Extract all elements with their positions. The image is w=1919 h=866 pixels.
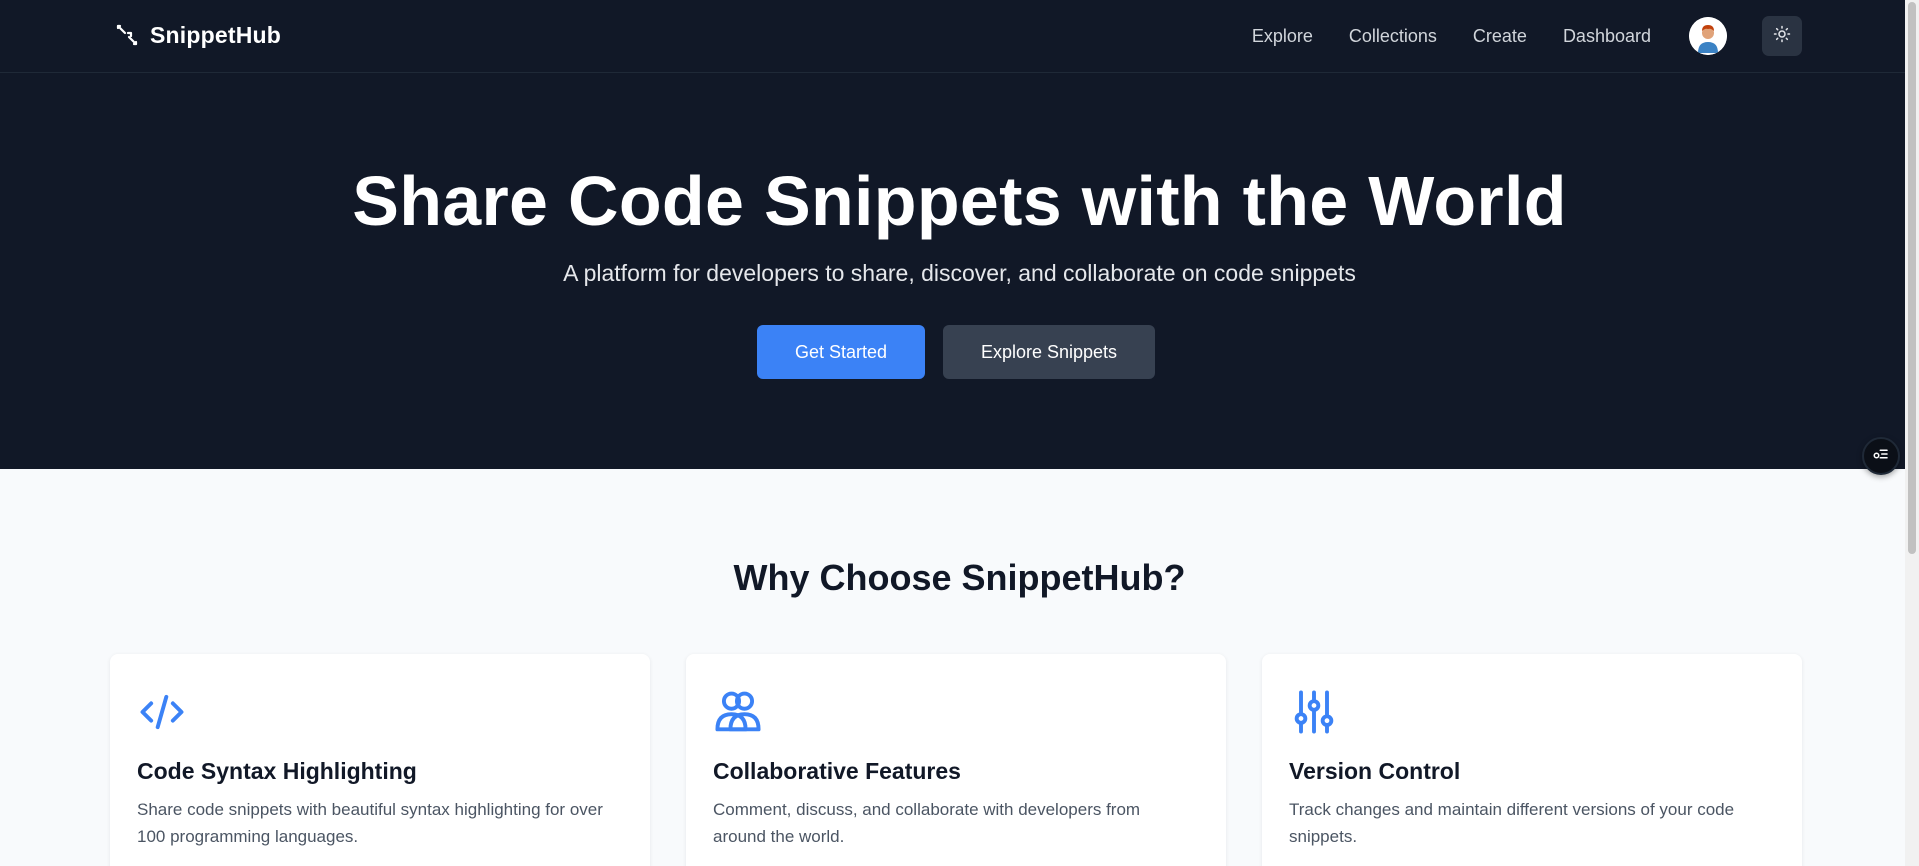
feature-cards: Code Syntax Highlighting Share code snip… <box>110 654 1802 866</box>
brand-name: SnippetHub <box>150 21 282 48</box>
theme-toggle-button[interactable] <box>1762 16 1802 56</box>
arrows-icon <box>114 22 140 48</box>
list-settings-icon <box>1872 445 1890 468</box>
brand-logo[interactable]: SnippetHub <box>114 20 281 50</box>
explore-snippets-button[interactable]: Explore Snippets <box>943 325 1155 379</box>
top-navbar: SnippetHub Explore Collections Create Da… <box>0 0 1919 73</box>
nav-link-dashboard[interactable]: Dashboard <box>1563 26 1651 47</box>
features-title: Why Choose SnippetHub? <box>733 557 1186 598</box>
get-started-button[interactable]: Get Started <box>757 325 925 379</box>
feature-card-collaborative: Collaborative Features Comment, discuss,… <box>686 654 1226 866</box>
card-description: Track changes and maintain different ver… <box>1289 800 1735 846</box>
code-icon <box>136 686 188 738</box>
nav-link-create[interactable]: Create <box>1473 26 1527 47</box>
sun-icon <box>1773 25 1791 48</box>
card-description: Share code snippets with beautiful synta… <box>137 800 603 846</box>
card-title: Version Control <box>1289 758 1461 784</box>
card-title: Collaborative Features <box>713 758 961 784</box>
card-description: Comment, discuss, and collaborate with d… <box>713 800 1141 846</box>
users-icon <box>712 686 764 738</box>
feature-card-version: Version Control Track changes and mainta… <box>1262 654 1802 866</box>
card-title: Code Syntax Highlighting <box>137 758 417 784</box>
nav-link-explore[interactable]: Explore <box>1252 26 1313 47</box>
feature-card-syntax: Code Syntax Highlighting Share code snip… <box>110 654 650 866</box>
hero-section: Share Code Snippets with the World A pla… <box>0 73 1919 469</box>
page-scrollbar[interactable] <box>1905 0 1919 866</box>
floating-menu-button[interactable] <box>1862 437 1900 475</box>
hero-buttons: Get Started Explore Snippets <box>757 325 1155 379</box>
hero-subtitle: A platform for developers to share, disc… <box>563 260 1356 286</box>
nav-links: Explore Collections Create Dashboard <box>1252 0 1651 73</box>
nav-link-collections[interactable]: Collections <box>1349 26 1437 47</box>
hero-title: Share Code Snippets with the World <box>352 162 1567 240</box>
scrollbar-thumb[interactable] <box>1908 2 1916 554</box>
user-avatar[interactable] <box>1689 17 1727 55</box>
sliders-icon <box>1288 686 1340 738</box>
